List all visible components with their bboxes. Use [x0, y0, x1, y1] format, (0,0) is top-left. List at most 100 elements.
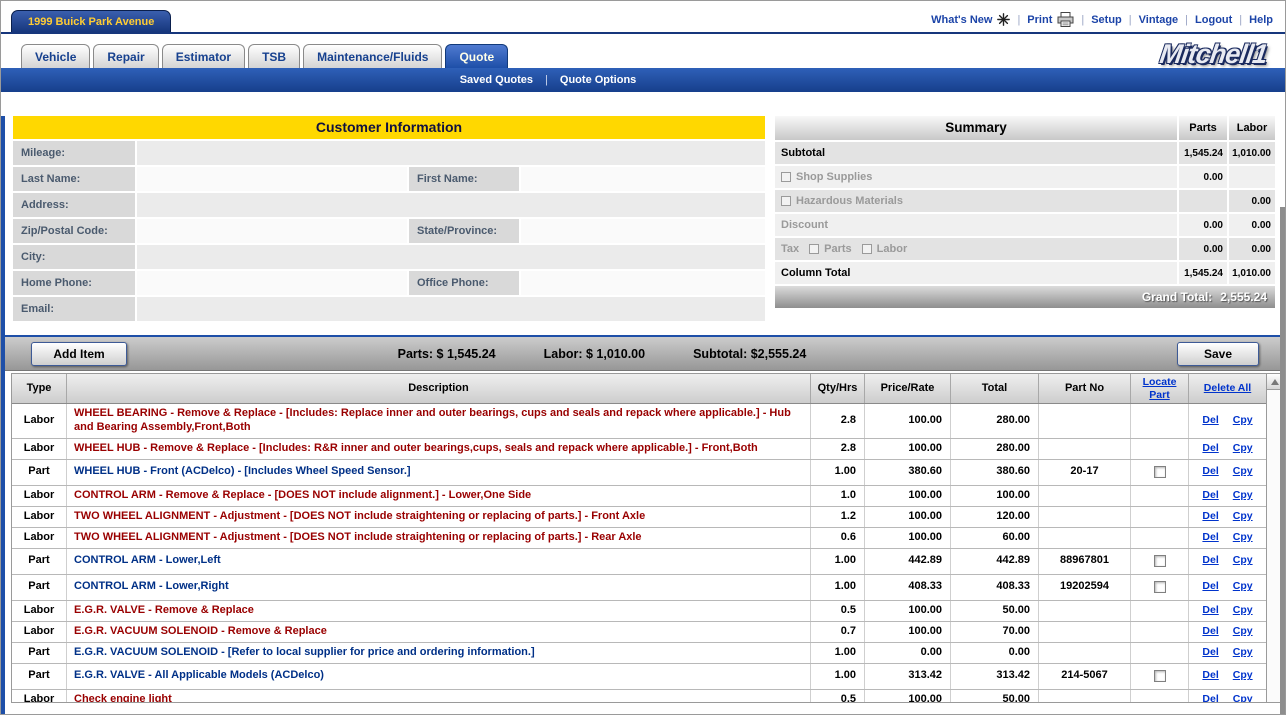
del-link[interactable]: Del: [1202, 489, 1218, 502]
row-price: 442.89: [864, 549, 950, 574]
content-area: Customer Information Mileage:Last Name:F…: [13, 116, 1275, 323]
del-link[interactable]: Del: [1202, 646, 1218, 659]
tax-parts-checkbox[interactable]: [809, 244, 819, 254]
row-type: Part: [12, 575, 66, 600]
row-locate-cell: [1130, 664, 1188, 689]
row-price: 100.00: [864, 439, 950, 459]
hazardous-materials-checkbox[interactable]: [781, 196, 791, 206]
summary-parts-value: 0.00: [1177, 214, 1227, 236]
header-link-logout[interactable]: Logout: [1195, 14, 1232, 26]
row-actions: Del Cpy: [1188, 549, 1266, 574]
mitchell1-logo: Mitchell1: [1158, 39, 1269, 70]
del-link[interactable]: Del: [1202, 580, 1218, 593]
tab-repair[interactable]: Repair: [93, 44, 158, 68]
field-input-zip-postal-code[interactable]: [135, 219, 407, 243]
quote-row: LaborE.G.R. VACUUM SOLENOID - Remove & R…: [12, 622, 1266, 643]
save-button[interactable]: Save: [1177, 342, 1259, 366]
cpy-link[interactable]: Cpy: [1233, 604, 1253, 617]
header-link-setup[interactable]: Setup: [1091, 14, 1122, 26]
summary-label: Column Total: [781, 267, 850, 279]
quote-row: PartCONTROL ARM - Lower,Right1.00408.334…: [12, 575, 1266, 601]
cpy-link[interactable]: Cpy: [1233, 531, 1253, 544]
del-link[interactable]: Del: [1202, 625, 1218, 638]
header-link-vintage[interactable]: Vintage: [1139, 14, 1179, 26]
header-link-print[interactable]: Print: [1027, 14, 1052, 26]
row-locate-cell: [1130, 486, 1188, 506]
cpy-link[interactable]: Cpy: [1233, 489, 1253, 502]
summary-label: Discount: [781, 219, 828, 231]
del-link[interactable]: Del: [1202, 465, 1218, 478]
header-link-help[interactable]: Help: [1249, 14, 1273, 26]
customer-info-row: Home Phone:Office Phone:: [13, 271, 765, 295]
tab-quote[interactable]: Quote: [445, 44, 508, 68]
header-link-what-s-new[interactable]: What's New: [931, 14, 992, 26]
quote-row: PartE.G.R. VALVE - All Applicable Models…: [12, 664, 1266, 690]
del-link[interactable]: Del: [1202, 531, 1218, 544]
locate-part-checkbox[interactable]: [1154, 466, 1166, 478]
cpy-link[interactable]: Cpy: [1233, 465, 1253, 478]
tab-estimator[interactable]: Estimator: [162, 44, 245, 68]
quote-row: LaborTWO WHEEL ALIGNMENT - Adjustment - …: [12, 528, 1266, 549]
field-input-office-phone[interactable]: [519, 271, 765, 295]
cpy-link[interactable]: Cpy: [1233, 554, 1253, 567]
row-price: 313.42: [864, 664, 950, 689]
row-part-no: 214-5067: [1038, 664, 1130, 689]
del-link[interactable]: Del: [1202, 510, 1218, 523]
locate-part-checkbox[interactable]: [1154, 581, 1166, 593]
del-link[interactable]: Del: [1202, 693, 1218, 703]
customer-info-panel: Customer Information Mileage:Last Name:F…: [13, 116, 765, 323]
cpy-link[interactable]: Cpy: [1233, 693, 1253, 703]
link-separator: |: [1081, 14, 1084, 26]
del-link[interactable]: Del: [1202, 442, 1218, 455]
del-link[interactable]: Del: [1202, 669, 1218, 682]
del-link[interactable]: Del: [1202, 414, 1218, 427]
cpy-link[interactable]: Cpy: [1233, 669, 1253, 682]
row-actions: Del Cpy: [1188, 601, 1266, 621]
field-input-last-name[interactable]: [135, 167, 407, 191]
locate-part-checkbox[interactable]: [1154, 670, 1166, 682]
shop-supplies-checkbox[interactable]: [781, 172, 791, 182]
summary-label: Shop Supplies: [796, 171, 872, 183]
cpy-link[interactable]: Cpy: [1233, 442, 1253, 455]
customer-info-body: Mileage:Last Name:First Name:Address:Zip…: [13, 141, 765, 321]
row-locate-cell: [1130, 439, 1188, 459]
summary-labor-value: [1227, 166, 1275, 188]
field-input-state-province[interactable]: [519, 219, 765, 243]
cpy-link[interactable]: Cpy: [1233, 510, 1253, 523]
row-description: E.G.R. VALVE - Remove & Replace: [66, 601, 810, 621]
cpy-link[interactable]: Cpy: [1233, 646, 1253, 659]
delete-all-link[interactable]: Delete All: [1188, 374, 1266, 403]
row-type: Labor: [12, 528, 66, 548]
tab-maintenance-fluids[interactable]: Maintenance/Fluids: [303, 44, 442, 68]
field-input-mileage[interactable]: [135, 141, 765, 165]
tab-vehicle[interactable]: Vehicle: [21, 44, 90, 68]
field-input-city[interactable]: [135, 245, 765, 269]
row-total: 120.00: [950, 507, 1038, 527]
del-link[interactable]: Del: [1202, 554, 1218, 567]
row-actions: Del Cpy: [1188, 404, 1266, 438]
tax-labor-checkbox[interactable]: [862, 244, 872, 254]
cpy-link[interactable]: Cpy: [1233, 414, 1253, 427]
field-input-address[interactable]: [135, 193, 765, 217]
add-item-button[interactable]: Add Item: [31, 342, 127, 366]
locate-part-link[interactable]: Locate Part: [1130, 374, 1188, 403]
row-actions: Del Cpy: [1188, 486, 1266, 506]
row-qty: 0.6: [810, 528, 864, 548]
vehicle-tab[interactable]: 1999 Buick Park Avenue: [11, 10, 171, 32]
row-locate-cell: [1130, 460, 1188, 485]
field-input-email[interactable]: [135, 297, 765, 321]
customer-info-row: Mileage:: [13, 141, 765, 165]
subnav-saved-quotes[interactable]: Saved Quotes: [460, 74, 533, 86]
locate-part-checkbox[interactable]: [1154, 555, 1166, 567]
subnav-quote-options[interactable]: Quote Options: [560, 74, 636, 86]
del-link[interactable]: Del: [1202, 604, 1218, 617]
tab-tsb[interactable]: TSB: [248, 44, 300, 68]
cpy-link[interactable]: Cpy: [1233, 625, 1253, 638]
row-type: Labor: [12, 439, 66, 459]
cpy-link[interactable]: Cpy: [1233, 580, 1253, 593]
field-input-home-phone[interactable]: [135, 271, 407, 295]
quote-row: PartWHEEL HUB - Front (ACDelco) - [Inclu…: [12, 460, 1266, 486]
row-qty: 2.8: [810, 404, 864, 438]
row-part-no: 20-17: [1038, 460, 1130, 485]
field-input-first-name[interactable]: [519, 167, 765, 191]
